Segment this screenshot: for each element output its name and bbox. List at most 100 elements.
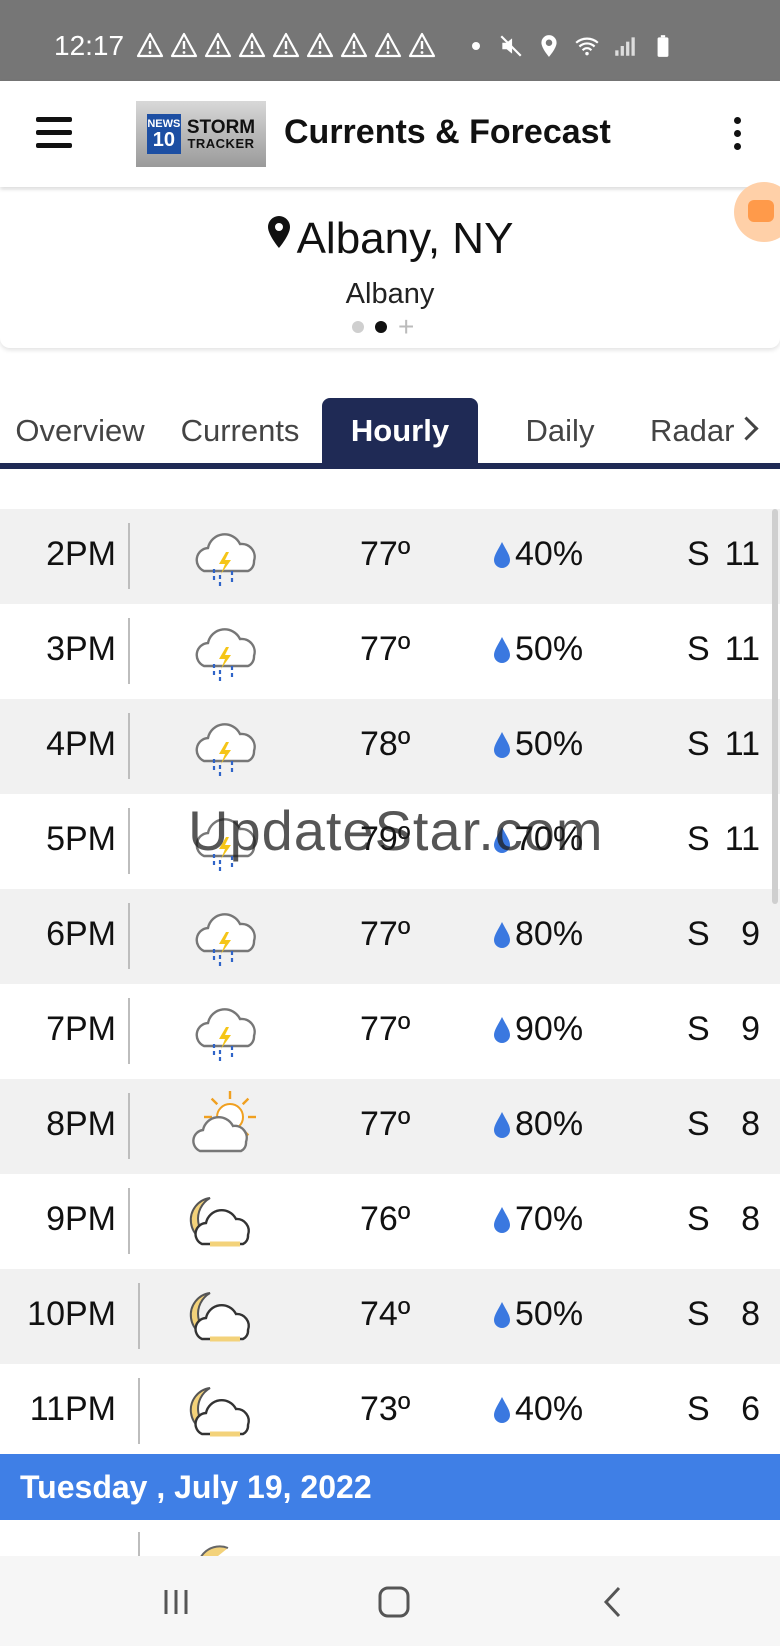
temperature: 77º: [360, 535, 411, 573]
row-divider: [128, 523, 130, 589]
partly-cloudy-night-icon: [189, 1387, 250, 1437]
temperature: 76º: [360, 1200, 411, 1238]
wind-direction: S: [687, 725, 710, 763]
location-icon: [541, 35, 557, 57]
hour-label: 3PM: [46, 630, 116, 668]
raindrop-icon: [494, 1112, 510, 1138]
table-row[interactable]: 8PM 77º 80% S 8: [0, 1079, 780, 1174]
raindrop-icon: [494, 732, 510, 758]
wind-speed: 11: [724, 630, 760, 668]
tab-currents[interactable]: Currents: [160, 398, 320, 464]
temperature: 74º: [360, 1295, 411, 1333]
hour-label: 9PM: [46, 1200, 116, 1238]
wind-direction: S: [687, 630, 710, 668]
location-title: Albany, NY: [0, 214, 780, 264]
alert-icons: [136, 32, 436, 58]
page-dot[interactable]: [352, 321, 364, 333]
hour-label: 2PM: [46, 535, 116, 573]
table-row[interactable]: 4PM 78º 50% S 11: [0, 699, 780, 794]
status-time: 12:17: [54, 30, 125, 61]
location-subtitle: Albany: [345, 278, 435, 310]
wifi-icon: [575, 37, 599, 56]
app-bar: NEWS 10 STORM TRACKER Currents & Forecas…: [0, 81, 780, 187]
tab-overview[interactable]: Overview: [0, 398, 160, 464]
warning-icon: [340, 32, 368, 58]
wind-direction: S: [687, 535, 710, 573]
precip-chance: 50%: [515, 1295, 584, 1333]
precip-chance: 90%: [515, 1010, 584, 1048]
temperature: 73º: [360, 1390, 411, 1428]
warning-icon: [374, 32, 402, 58]
location-pin-icon: [267, 216, 290, 248]
back-button[interactable]: [592, 1580, 636, 1624]
warning-icon: [408, 32, 436, 58]
status-bar: 12:17: [0, 0, 780, 81]
location-pager[interactable]: +: [352, 313, 414, 341]
table-row[interactable]: 7PM 77º 90% S 9: [0, 984, 780, 1079]
partly-cloudy-night-icon: [189, 1197, 250, 1247]
row-divider: [128, 1093, 130, 1159]
temperature: 77º: [360, 1105, 411, 1143]
wind-direction: S: [687, 1010, 710, 1048]
hour-label: 8PM: [46, 1105, 116, 1143]
wind-direction: S: [687, 1295, 710, 1333]
wind-speed: 8: [741, 1200, 760, 1238]
page-dot-active[interactable]: [375, 321, 387, 333]
page-title: Currents & Forecast: [284, 113, 611, 151]
hour-label: 11PM: [29, 1390, 116, 1428]
warning-icon: [306, 32, 334, 58]
wind-direction: S: [687, 1105, 710, 1143]
thunderstorm-icon: [195, 723, 256, 779]
next-row-peek: [0, 1520, 780, 1556]
wind-speed: 8: [741, 1295, 760, 1333]
signal-icon: [615, 37, 635, 56]
raindrop-icon: [494, 542, 510, 568]
table-row[interactable]: 6PM 77º 80% S 9: [0, 889, 780, 984]
raindrop-icon: [494, 1302, 510, 1328]
hour-label: 4PM: [46, 725, 116, 763]
warning-icon: [204, 32, 232, 58]
wind-direction: S: [687, 820, 710, 858]
table-row[interactable]: 9PM 76º 70% S 8: [0, 1174, 780, 1269]
thunderstorm-icon: [195, 628, 256, 684]
tab-daily[interactable]: Daily: [480, 398, 640, 464]
raindrop-icon: [494, 637, 510, 663]
row-divider: [128, 998, 130, 1064]
row-divider: [138, 1378, 140, 1444]
table-row[interactable]: 2PM 77º 40% S 11: [0, 509, 780, 604]
table-row[interactable]: 11PM 73º 40% S 6: [0, 1364, 780, 1459]
precip-chance: 70%: [515, 1200, 584, 1238]
scrollbar[interactable]: [772, 509, 778, 904]
precip-chance: 80%: [515, 1105, 584, 1143]
wind-direction: S: [687, 1390, 710, 1428]
hamburger-icon: [36, 117, 72, 122]
hour-label: 6PM: [46, 915, 116, 953]
row-divider: [128, 903, 130, 969]
temperature: 77º: [360, 630, 411, 668]
home-button[interactable]: [372, 1580, 416, 1624]
chevron-right-icon[interactable]: [734, 416, 759, 441]
tab-hourly[interactable]: Hourly: [322, 398, 478, 464]
temperature: 77º: [360, 1010, 411, 1048]
precip-chance: 40%: [515, 1390, 584, 1428]
system-icons: [498, 33, 676, 59]
warning-icon: [238, 32, 266, 58]
notification-dot: [472, 42, 480, 50]
menu-button[interactable]: [36, 117, 72, 149]
more-options-button[interactable]: [731, 117, 743, 151]
hour-label: 10PM: [27, 1295, 116, 1333]
wind-speed: 9: [741, 1010, 760, 1048]
row-divider: [128, 808, 130, 874]
tab-underline: [0, 463, 780, 469]
mute-icon: [500, 35, 522, 57]
tab-radar[interactable]: Radar: [640, 398, 780, 464]
table-row[interactable]: 10PM 74º 50% S 8: [0, 1269, 780, 1364]
table-row[interactable]: 3PM 77º 50% S 11: [0, 604, 780, 699]
add-location-button[interactable]: +: [398, 313, 414, 341]
recent-apps-button[interactable]: [154, 1580, 198, 1624]
wind-speed: 6: [741, 1390, 760, 1428]
warning-icon: [170, 32, 198, 58]
location-card[interactable]: Albany, NY Albany +: [0, 190, 780, 348]
thunderstorm-icon: [195, 913, 256, 969]
precip-chance: 80%: [515, 915, 584, 953]
